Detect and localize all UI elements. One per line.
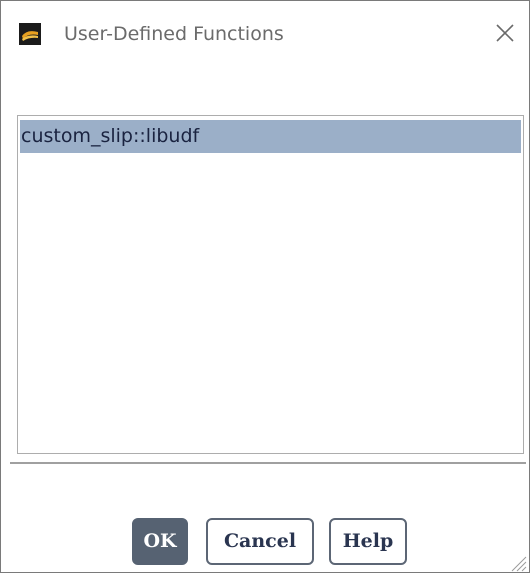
close-icon[interactable] <box>491 19 519 47</box>
window-title: User-Defined Functions <box>64 23 284 45</box>
ok-button[interactable]: OK <box>132 518 188 565</box>
cancel-button[interactable]: Cancel <box>206 518 314 565</box>
udf-list[interactable]: custom_slip::libudf <box>17 115 524 454</box>
title-bar[interactable]: User-Defined Functions <box>1 1 529 65</box>
help-button[interactable]: Help <box>329 518 407 565</box>
resize-grip-icon[interactable] <box>506 551 528 573</box>
separator <box>10 462 526 464</box>
app-icon <box>19 23 41 45</box>
list-item-custom-slip[interactable]: custom_slip::libudf <box>20 120 521 153</box>
udf-dialog: User-Defined Functions custom_slip::libu… <box>0 0 530 573</box>
